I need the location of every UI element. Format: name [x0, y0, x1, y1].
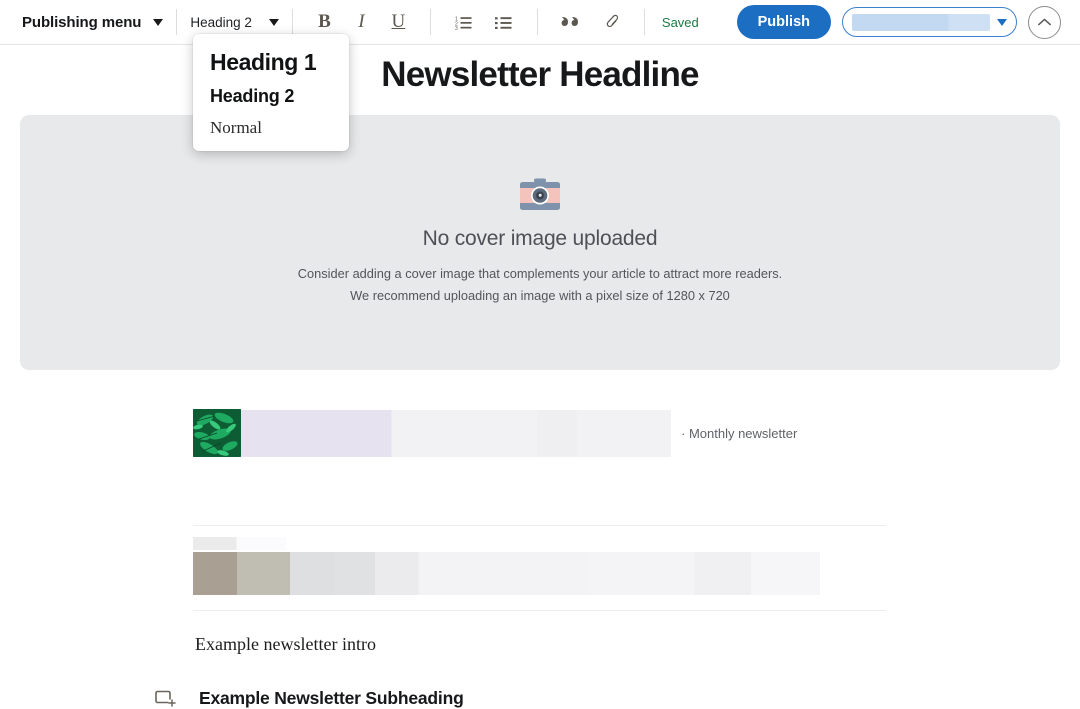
italic-button[interactable]: I	[347, 8, 376, 37]
save-status: Saved	[661, 14, 699, 30]
toolbar-right-group: Publish	[736, 5, 1061, 39]
underline-button[interactable]: U	[384, 8, 413, 37]
content-skeleton-wide	[193, 552, 820, 595]
toolbar-divider	[429, 9, 431, 35]
publish-button[interactable]: Publish	[736, 5, 831, 39]
cover-description-line-1: Consider adding a cover image that compl…	[297, 265, 783, 281]
link-icon[interactable]	[597, 8, 625, 36]
toolbar-divider	[291, 9, 293, 35]
embed-thumbnail	[193, 409, 241, 457]
intro-paragraph[interactable]: Example newsletter intro	[195, 634, 376, 655]
cover-description-line-2: We recommend uploading an image with a p…	[350, 288, 730, 303]
text-style-dropdown[interactable]: Heading 2	[190, 15, 279, 30]
editor-toolbar: Publishing menu Heading 2 B I U 1 2 3 Sa…	[0, 0, 1080, 45]
cover-placeholder-title: No cover image uploaded	[422, 226, 658, 250]
embed-meta-text: · Monthly newsletter	[681, 425, 798, 441]
add-block-icon[interactable]	[155, 689, 177, 709]
publish-target-select[interactable]	[842, 7, 1017, 37]
bold-button[interactable]: B	[310, 8, 339, 37]
toolbar-divider	[643, 9, 645, 35]
text-style-dropdown-menu: Heading 1 Heading 2 Normal	[193, 34, 349, 151]
text-format-group: B I U	[306, 8, 417, 37]
camera-icon	[520, 178, 560, 210]
chevron-down-icon	[268, 18, 279, 26]
numbered-list-icon[interactable]: 1 2 3	[450, 8, 478, 36]
collapse-toolbar-button[interactable]	[1028, 5, 1061, 39]
publish-target-value	[852, 13, 990, 31]
embed-loading-skeleton	[241, 409, 671, 457]
content-skeleton-small	[193, 537, 286, 550]
style-option-heading-2[interactable]: Heading 2	[193, 83, 349, 115]
embedded-link-card[interactable]: · Monthly newsletter	[193, 409, 893, 457]
cover-image-uploader[interactable]: No cover image uploaded Consider adding …	[20, 115, 1060, 370]
bullet-list-icon[interactable]	[490, 8, 518, 36]
publishing-menu-button[interactable]: Publishing menu	[22, 13, 164, 31]
subheading-block: Example Newsletter Subheading	[155, 688, 464, 709]
content-divider	[193, 525, 886, 526]
content-divider	[193, 610, 886, 611]
publishing-menu-label: Publishing menu	[22, 13, 142, 31]
chevron-up-icon	[1038, 18, 1051, 25]
cover-placeholder-description: Consider adding a cover image that compl…	[298, 263, 782, 308]
chevron-down-icon	[997, 18, 1007, 26]
chevron-down-icon	[153, 18, 164, 26]
article-headline[interactable]: Newsletter Headline	[0, 55, 1080, 95]
text-style-value: Heading 2	[190, 14, 252, 30]
green-leaves-thumbnail	[193, 409, 241, 457]
article-subheading[interactable]: Example Newsletter Subheading	[199, 688, 464, 709]
style-option-heading-1[interactable]: Heading 1	[193, 46, 349, 83]
blockquote-icon[interactable]	[557, 8, 585, 36]
style-option-normal[interactable]: Normal	[193, 115, 349, 141]
toolbar-divider	[176, 9, 178, 35]
svg-text:3: 3	[455, 26, 458, 30]
toolbar-divider	[536, 9, 538, 35]
article-editor: Newsletter Headline No cover image uploa…	[0, 45, 1080, 708]
